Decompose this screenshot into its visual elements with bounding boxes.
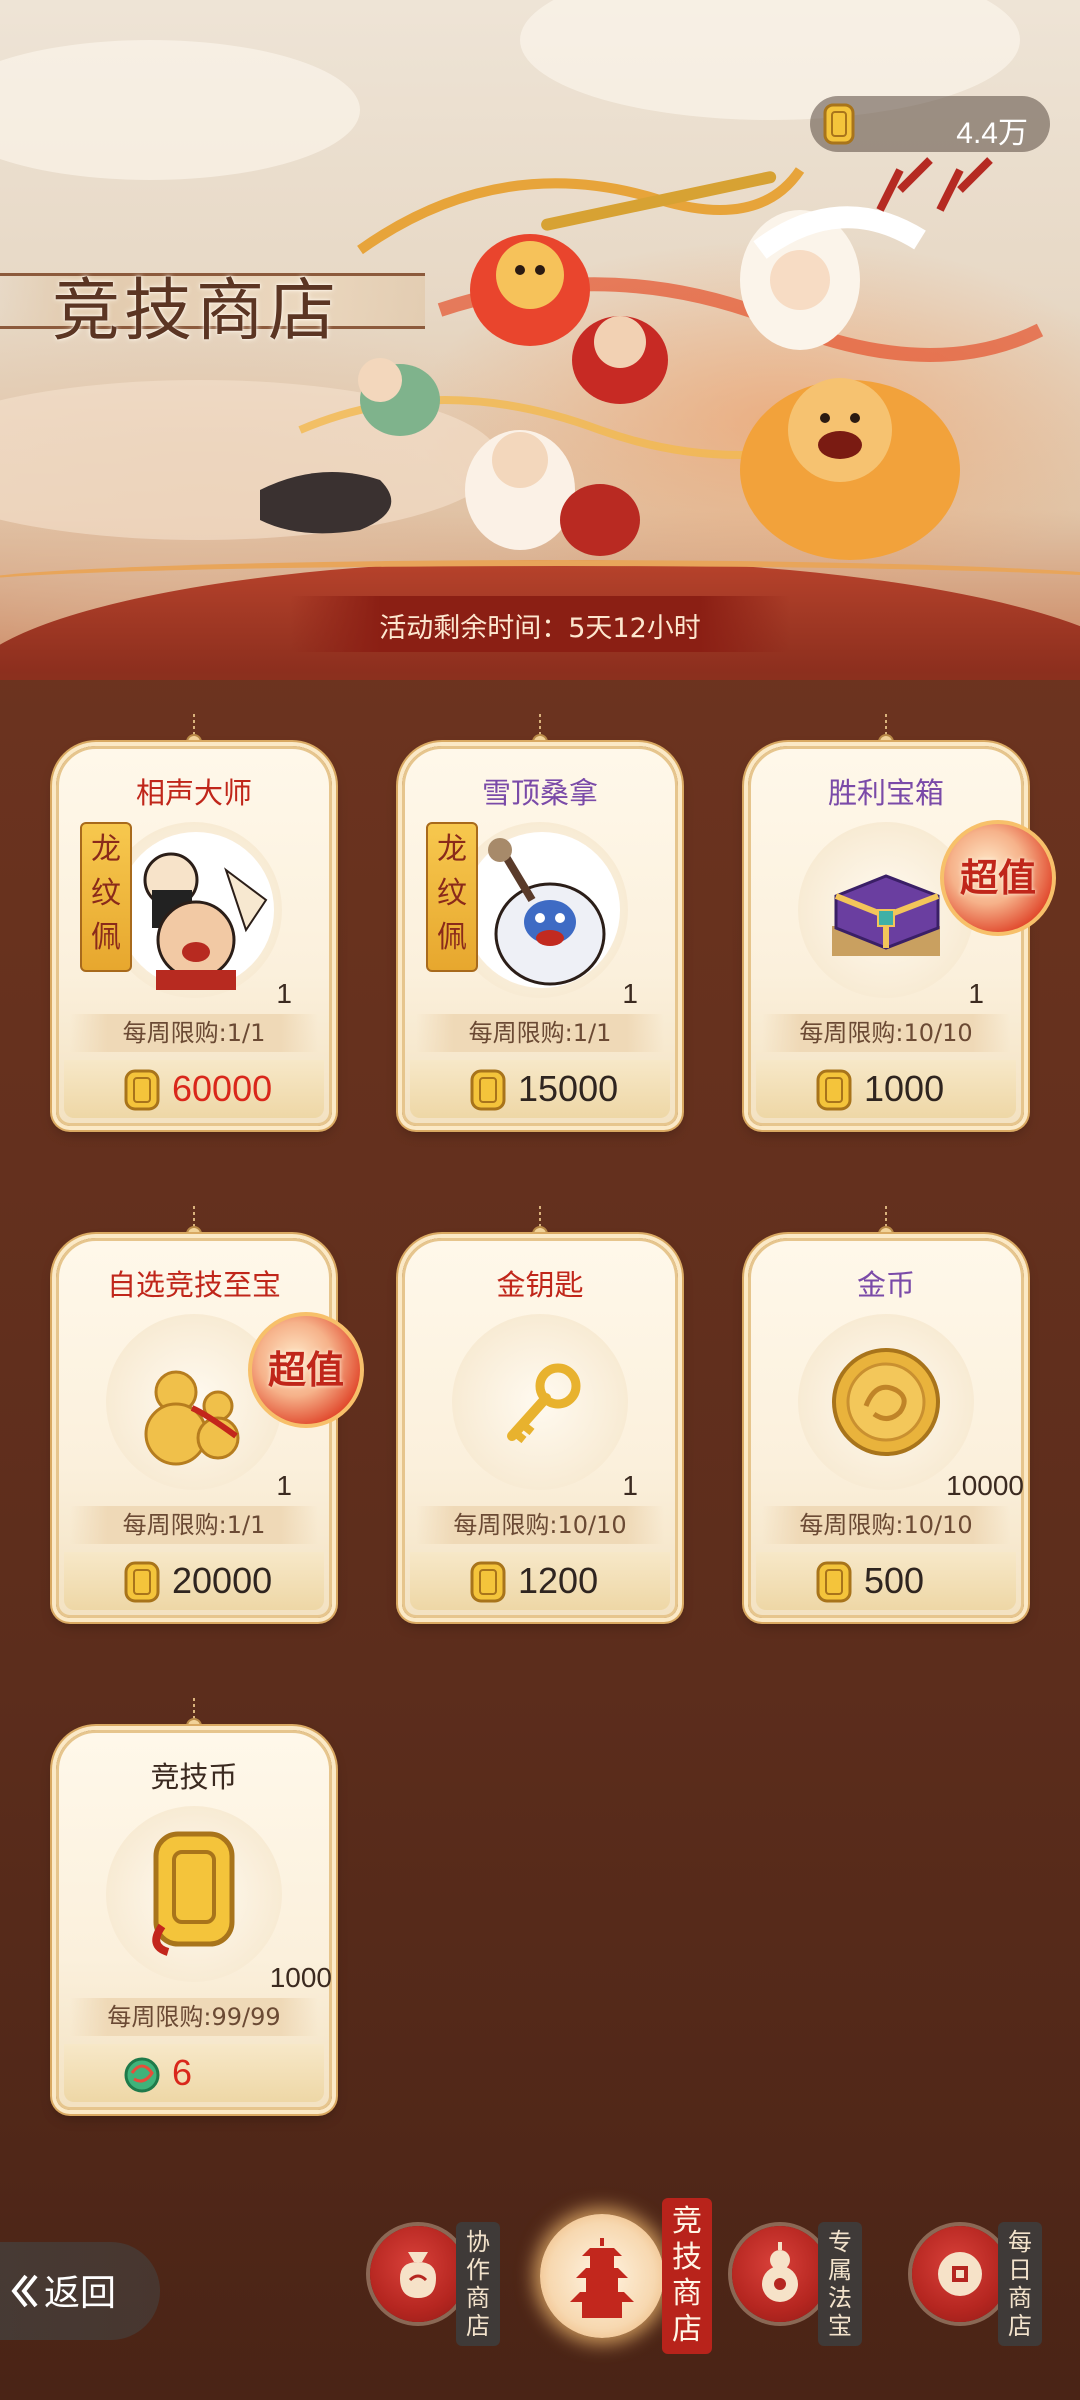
arena-token-icon <box>470 1561 506 1603</box>
item-quantity: 1 <box>276 978 292 1009</box>
shop-item-card[interactable]: 胜利宝箱 超值 1 每周限购:10/10 1000 <box>748 714 1056 1126</box>
event-timer-bar: 活动剩余时间：5天12小时 <box>290 596 790 652</box>
item-price: 500 <box>864 1560 925 1601</box>
item-name: 竞技币 <box>150 1760 238 1794</box>
tab-arena-shop[interactable]: 竞技商店 <box>540 2188 720 2358</box>
super-value-badge: 超值 <box>248 1312 364 1428</box>
buy-button[interactable]: 60000 <box>64 1060 324 1118</box>
hanger-icon <box>878 1206 894 1242</box>
title-plaque: 竞技商店 <box>0 255 430 351</box>
weekly-limit: 每周限购:99/99 <box>70 1998 318 2036</box>
shop-item-card[interactable]: 雪顶桑拿 龙纹佩 1 每周限购:1/1 15000 <box>402 714 678 1126</box>
back-button[interactable]: 返回 <box>0 2242 160 2340</box>
page-title: 竞技商店 <box>52 272 341 351</box>
currency-pill[interactable]: 4.4万 <box>810 96 1050 152</box>
item-quantity: 1 <box>622 1470 638 1501</box>
dragon-pendant-badge: 龙纹佩 <box>426 822 478 972</box>
pagoda-icon <box>570 2238 634 2318</box>
arena-token-icon <box>823 103 855 145</box>
buy-button[interactable]: 500 <box>756 1552 1016 1610</box>
hanger-icon <box>878 714 894 750</box>
gourd-icon <box>144 1370 240 1466</box>
gold-key-icon <box>507 1363 581 1444</box>
weekly-limit: 每周限购:10/10 <box>762 1014 1010 1052</box>
currency-amount: 4.4万 <box>956 117 1028 150</box>
weekly-limit: 每周限购:1/1 <box>70 1014 318 1052</box>
arena-token-icon <box>152 1831 235 1956</box>
tab-daily-shop[interactable]: 每日商店 <box>912 2222 1042 2346</box>
item-name: 金钥匙 <box>496 1268 584 1302</box>
item-quantity: 10000 <box>946 1470 1024 1501</box>
tab-label: 竞技商店 <box>662 2198 712 2354</box>
item-price: 20000 <box>172 1560 273 1601</box>
arena-token-icon <box>124 1561 160 1603</box>
tab-label: 协作商店 <box>456 2222 500 2346</box>
shop-banner: 4.4万 竞技商店 活动剩余时间：5天12小时 <box>0 0 1080 680</box>
comedian-portrait-icon <box>118 832 274 990</box>
item-name: 胜利宝箱 <box>827 776 944 810</box>
item-price: 15000 <box>518 1068 619 1109</box>
item-name: 自选竞技至宝 <box>106 1268 281 1302</box>
item-quantity: 1 <box>622 978 638 1009</box>
arena-token-icon <box>470 1069 506 1111</box>
badge-text: 龙纹佩 <box>91 832 121 955</box>
arena-token-icon <box>816 1069 852 1111</box>
tab-coop-shop[interactable]: 协作商店 <box>370 2222 500 2346</box>
buy-button[interactable]: 20000 <box>64 1552 324 1610</box>
chevron-left-icon <box>11 2274 38 2308</box>
back-label: 返回 <box>44 2273 117 2314</box>
weekly-limit: 每周限购:10/10 <box>762 1506 1010 1544</box>
buy-button[interactable]: 6 <box>64 2044 324 2102</box>
buy-button[interactable]: 15000 <box>410 1060 670 1118</box>
hanger-icon <box>186 1698 202 1734</box>
weekly-limit: 每周限购:1/1 <box>70 1506 318 1544</box>
arena-token-icon <box>816 1561 852 1603</box>
item-quantity: 1 <box>276 1470 292 1501</box>
heroes-illustration-icon <box>260 157 1044 560</box>
item-name: 金币 <box>856 1268 915 1302</box>
gold-coin-icon <box>832 1348 940 1456</box>
weekly-limit: 每周限购:1/1 <box>416 1014 664 1052</box>
hanger-icon <box>532 714 548 750</box>
hanger-icon <box>186 714 202 750</box>
hanger-icon <box>186 1206 202 1242</box>
yeti-portrait-icon <box>464 832 620 988</box>
event-timer-text: 活动剩余时间：5天12小时 <box>379 613 701 644</box>
arena-token-icon <box>124 1069 160 1111</box>
shop-item-card[interactable]: 金钥匙 1 每周限购:10/10 1200 <box>402 1206 678 1618</box>
tab-label: 专属法宝 <box>818 2222 862 2346</box>
shop-item-card[interactable]: 竞技币 1000 每周限购:99/99 6 <box>56 1698 332 2110</box>
item-price: 1000 <box>864 1068 945 1109</box>
coin-icon <box>938 2252 982 2296</box>
shop-item-card[interactable]: 自选竞技至宝 超值 1 每周限购:1/1 20000 <box>56 1206 364 1618</box>
purple-chest-icon <box>832 874 940 956</box>
dragon-pendant-badge: 龙纹佩 <box>80 822 132 972</box>
hanger-icon <box>532 1206 548 1242</box>
shop-item-card[interactable]: 金币 10000 每周限购:10/10 500 <box>748 1206 1024 1618</box>
item-price: 1200 <box>518 1560 599 1601</box>
gourd-treasure-icon <box>762 2242 798 2302</box>
super-value-badge: 超值 <box>940 820 1056 936</box>
badge-text: 龙纹佩 <box>437 832 467 955</box>
buy-button[interactable]: 1200 <box>410 1552 670 1610</box>
item-price: 60000 <box>172 1068 273 1109</box>
shop-item-card[interactable]: 相声大师 龙纹佩 1 每周限购:1/1 60000 <box>56 714 332 1126</box>
tab-exclusive-treasure[interactable]: 专属法宝 <box>732 2222 862 2346</box>
item-name: 相声大师 <box>135 776 252 810</box>
item-price: 6 <box>172 2052 193 2093</box>
buy-button[interactable]: 1000 <box>756 1060 1016 1118</box>
item-quantity: 1000 <box>269 1962 332 1993</box>
jade-dragon-icon <box>124 2057 160 2093</box>
item-name: 雪顶桑拿 <box>481 776 598 810</box>
money-bag-icon <box>400 2252 436 2298</box>
tab-label: 每日商店 <box>998 2222 1042 2346</box>
item-quantity: 1 <box>968 978 984 1009</box>
weekly-limit: 每周限购:10/10 <box>416 1506 664 1544</box>
